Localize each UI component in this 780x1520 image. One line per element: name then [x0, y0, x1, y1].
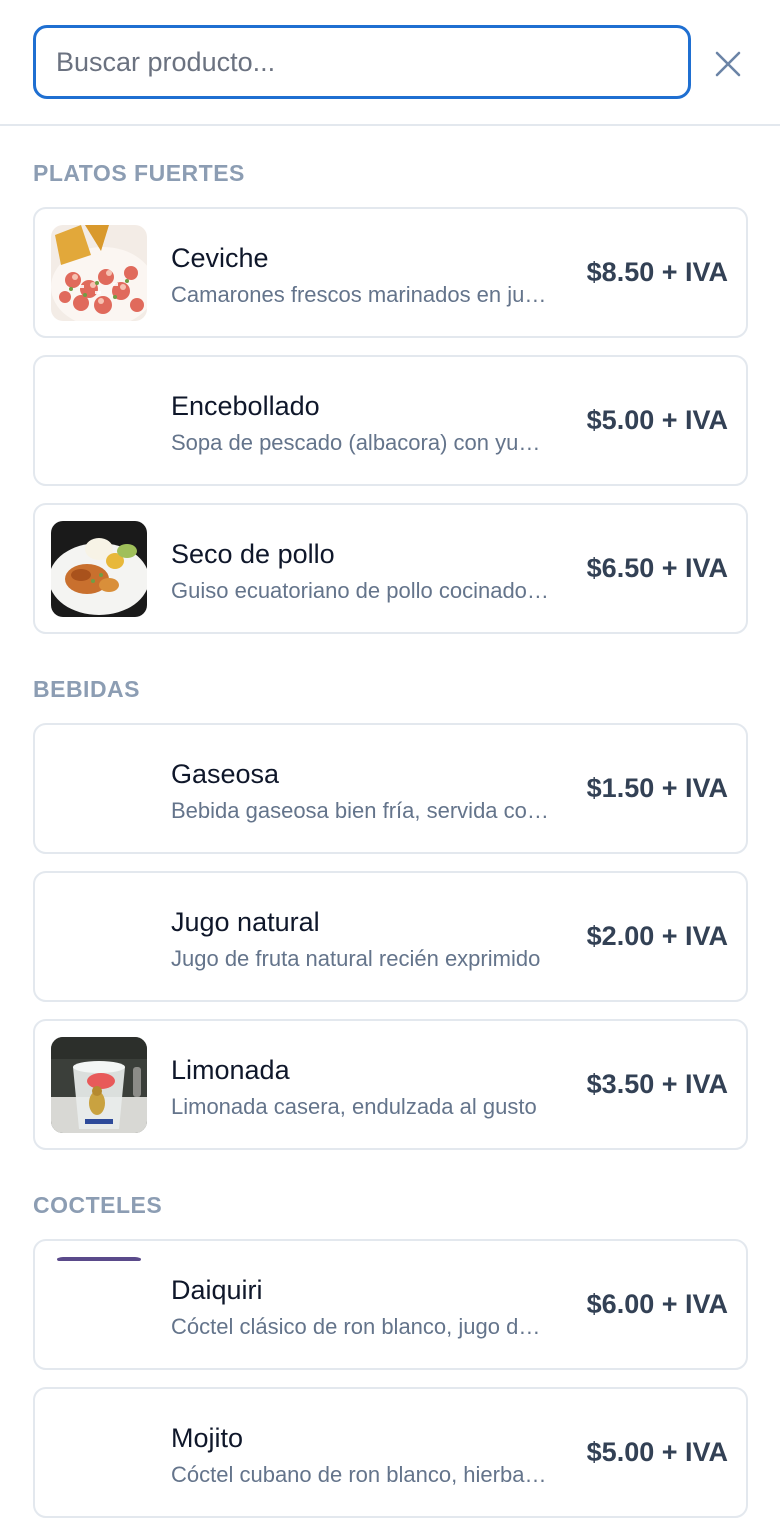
product-description: Limonada casera, endulzada al gusto	[171, 1094, 537, 1119]
search-header	[0, 0, 780, 126]
product-card-daiquiri[interactable]: Daiquiri Cóctel clásico de ron blanco, j…	[33, 1239, 748, 1370]
product-card-mojito[interactable]: Mojito Cóctel cubano de ron blanco, hier…	[33, 1387, 748, 1518]
daiquiri-photo-icon	[57, 1257, 141, 1261]
limonada-photo-icon	[51, 1037, 147, 1133]
seco-de-pollo-photo-icon	[51, 521, 147, 617]
section-title-bebidas: BEBIDAS	[33, 676, 141, 702]
product-price: $5.00 + IVA	[586, 1437, 728, 1467]
product-name: Seco de pollo	[171, 539, 335, 569]
product-name: Ceviche	[171, 243, 269, 273]
product-name: Mojito	[171, 1423, 244, 1453]
product-description: Jugo de fruta natural recién exprimido	[171, 946, 541, 971]
product-card-jugo-natural[interactable]: Jugo natural Jugo de fruta natural recié…	[33, 871, 748, 1002]
product-thumbnail-limonada	[51, 1037, 147, 1133]
product-card-encebollado[interactable]: Encebollado Sopa de pescado (albacora) c…	[33, 355, 748, 486]
product-price: $2.00 + IVA	[586, 921, 728, 951]
product-card-seco-de-pollo[interactable]: Seco de pollo Guiso ecuatoriano de pollo…	[33, 503, 748, 634]
product-price: $1.50 + IVA	[586, 773, 728, 803]
ceviche-photo-icon	[51, 225, 147, 321]
product-thumbnail-seco-de-pollo	[51, 521, 147, 617]
product-description: Bebida gaseosa bien fría, servida con hi…	[171, 798, 549, 823]
product-thumbnail-ceviche	[51, 225, 147, 321]
product-price: $6.00 + IVA	[586, 1289, 728, 1319]
product-description: Guiso ecuatoriano de pollo cocinado con …	[171, 578, 549, 603]
product-price: $6.50 + IVA	[586, 553, 728, 583]
product-thumbnail-daiquiri	[51, 1257, 147, 1353]
product-description: Cóctel clásico de ron blanco, jugo de li…	[171, 1314, 549, 1339]
close-icon	[715, 51, 741, 77]
product-name: Limonada	[171, 1055, 290, 1085]
search-input[interactable]	[33, 25, 691, 99]
product-card-gaseosa[interactable]: Gaseosa Bebida gaseosa bien fría, servid…	[33, 723, 748, 854]
product-price: $3.50 + IVA	[586, 1069, 728, 1099]
product-description: Cóctel cubano de ron blanco, hierbabuena	[171, 1462, 549, 1487]
product-name: Daiquiri	[171, 1275, 263, 1305]
product-card-limonada[interactable]: Limonada Limonada casera, endulzada al g…	[33, 1019, 748, 1150]
product-price: $5.00 + IVA	[586, 405, 728, 435]
product-name: Jugo natural	[171, 907, 320, 937]
product-name: Gaseosa	[171, 759, 280, 789]
product-name: Encebollado	[171, 391, 320, 421]
section-title-platos-fuertes: PLATOS FUERTES	[33, 160, 245, 186]
product-card-ceviche[interactable]: Ceviche Camarones frescos marinados en j…	[33, 207, 748, 338]
product-description: Camarones frescos marinados en jugo de l…	[171, 282, 549, 307]
product-description: Sopa de pescado (albacora) con yuca y ce…	[171, 430, 549, 455]
section-title-cocteles: COCTELES	[33, 1192, 163, 1218]
product-price: $8.50 + IVA	[586, 257, 728, 287]
close-button[interactable]	[708, 44, 748, 84]
